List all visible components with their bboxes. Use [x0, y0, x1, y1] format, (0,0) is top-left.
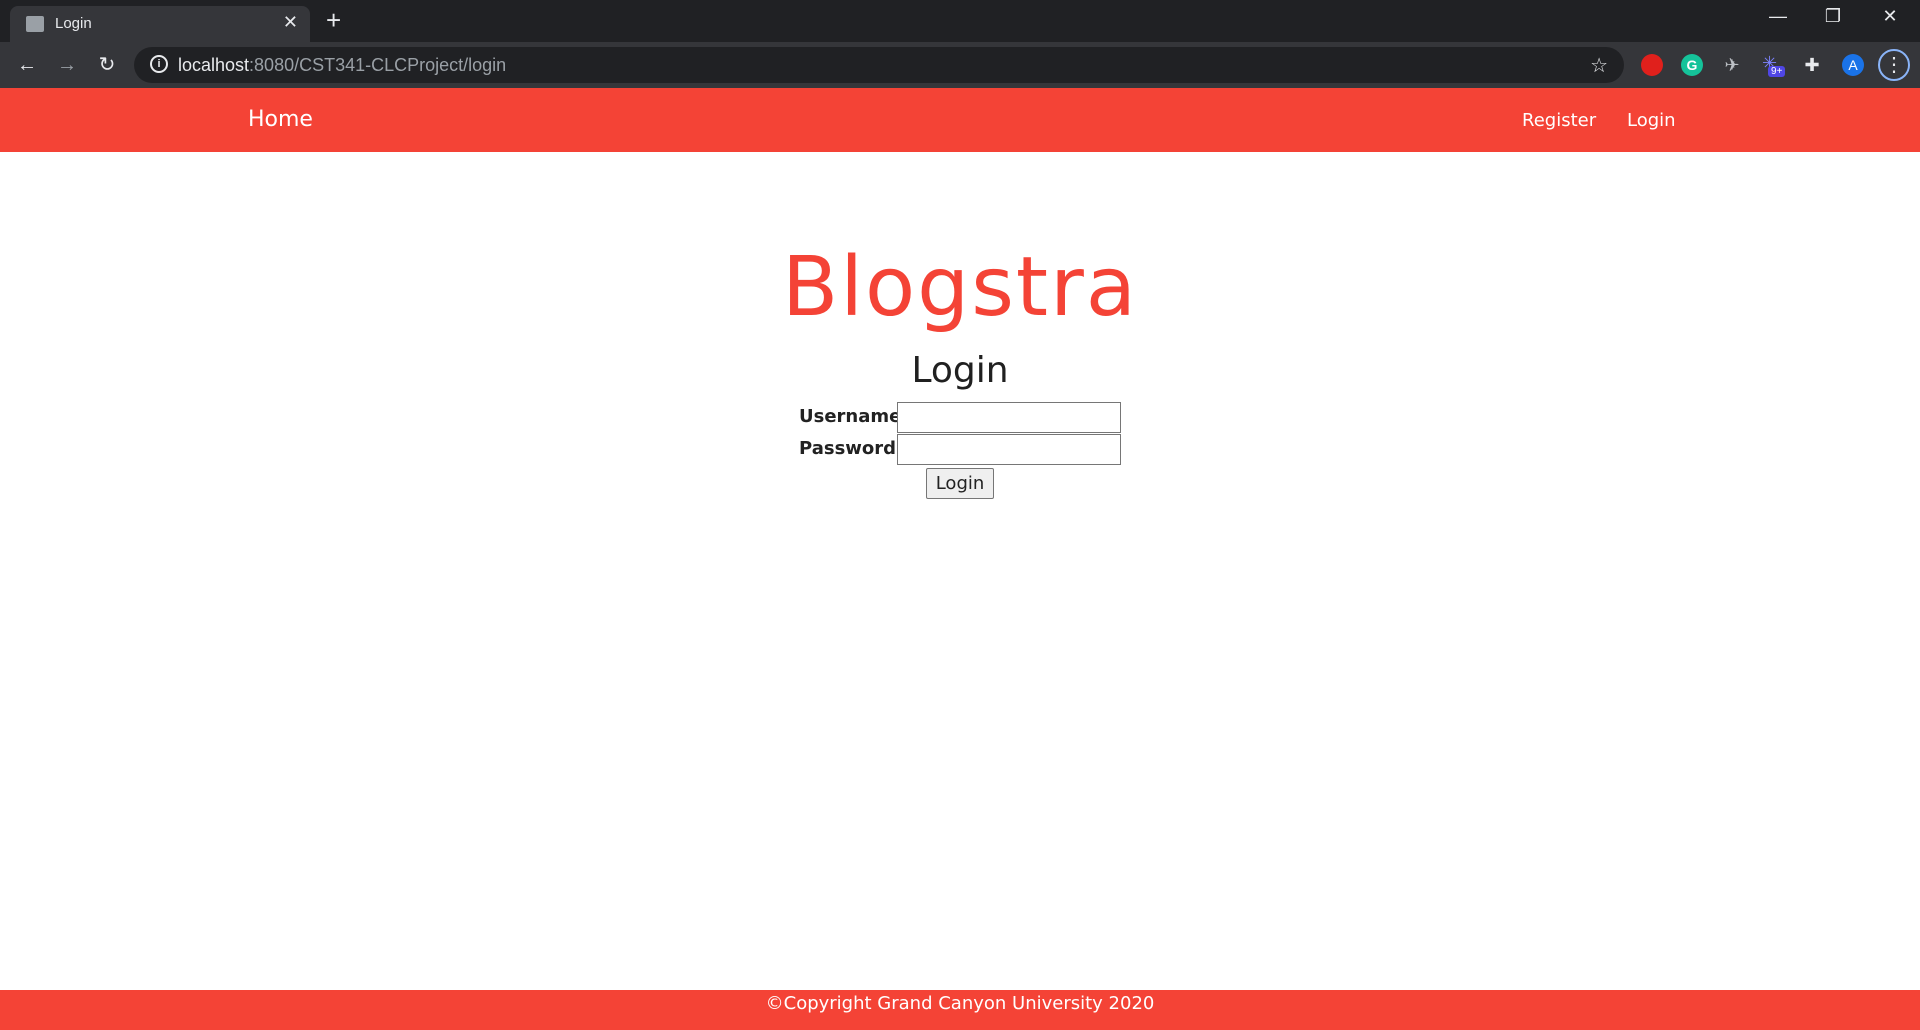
username-row: Username: [799, 402, 1121, 434]
sparkle-extension-icon[interactable]: ✳ 9+ [1762, 54, 1786, 77]
login-submit-button[interactable]: Login [926, 468, 994, 499]
grammarly-icon[interactable]: G [1681, 54, 1703, 76]
favicon-icon [26, 16, 44, 32]
paper-plane-icon[interactable]: ✈ [1721, 54, 1743, 76]
tab-title: Login [55, 15, 92, 32]
username-label: Username: [799, 406, 909, 427]
url-path: :8080/CST341-CLCProject/login [249, 55, 507, 75]
page: Home Register Login Blogstra Login Usern… [0, 88, 1920, 1030]
info-icon[interactable]: i [150, 55, 168, 73]
stop-extension-icon[interactable] [1641, 54, 1663, 76]
forward-icon[interactable]: → [53, 51, 81, 79]
url-text[interactable]: localhost:8080/CST341-CLCProject/login [178, 55, 506, 76]
nav-login-link[interactable]: Login [1627, 110, 1676, 131]
url-host: localhost [178, 55, 250, 75]
password-label: Password: [799, 438, 904, 459]
nav-home-link[interactable]: Home [248, 107, 313, 132]
reload-icon[interactable]: ↻ [93, 51, 121, 79]
restore-icon[interactable]: ❐ [1813, 6, 1853, 27]
minimize-icon[interactable]: — [1758, 6, 1798, 27]
footer: ©Copyright Grand Canyon University 2020 [0, 990, 1920, 1030]
profile-avatar[interactable]: A [1842, 54, 1864, 76]
nav-register-link[interactable]: Register [1522, 110, 1596, 131]
browser-tabbar: Login ✕ + — ❐ ✕ [0, 0, 1920, 42]
bookmark-star-icon[interactable]: ☆ [1590, 53, 1608, 78]
page-title: Login [911, 350, 1009, 391]
footer-copyright: ©Copyright Grand Canyon University 2020 [765, 993, 1155, 1014]
close-tab-icon[interactable]: ✕ [283, 12, 298, 33]
address-bar[interactable]: i localhost:8080/CST341-CLCProject/login… [134, 47, 1624, 83]
close-window-icon[interactable]: ✕ [1870, 6, 1910, 27]
top-navbar: Home Register Login [0, 88, 1920, 152]
browser-tab[interactable]: Login ✕ [10, 6, 310, 42]
password-field[interactable] [897, 434, 1121, 465]
extension-badge: 9+ [1768, 66, 1786, 77]
new-tab-icon[interactable]: + [326, 6, 341, 34]
password-row: Password: [799, 434, 1121, 466]
back-icon[interactable]: ← [13, 51, 41, 79]
brand-title: Blogstra [781, 240, 1139, 335]
browser-toolbar: ← → ↻ i localhost:8080/CST341-CLCProject… [0, 42, 1920, 88]
extensions-puzzle-icon[interactable]: ✚ [1801, 54, 1823, 76]
menu-kebab-icon[interactable]: ⋮ [1878, 49, 1910, 81]
username-field[interactable] [897, 402, 1121, 433]
